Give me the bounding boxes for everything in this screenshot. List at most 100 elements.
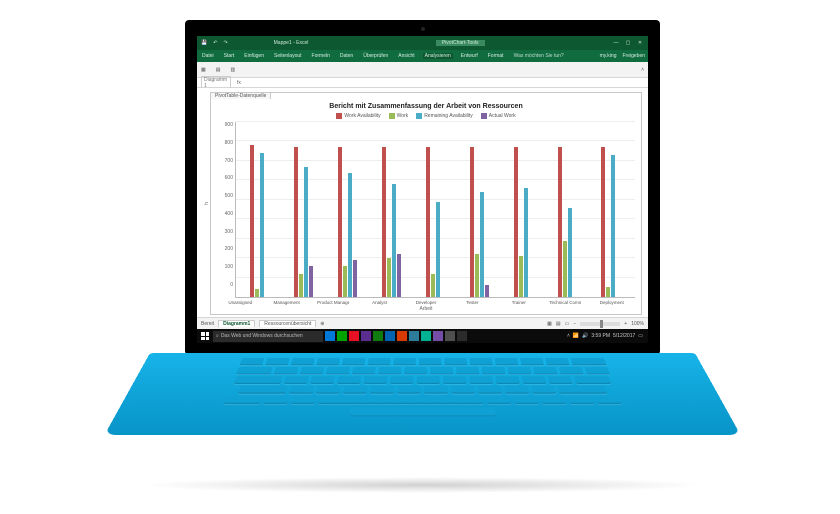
taskbar-app-icon[interactable] [385, 331, 395, 341]
minimize-button[interactable]: — [612, 40, 620, 46]
formula-bar: Diagramm 1 fx [197, 78, 648, 88]
tab-daten[interactable]: Daten [338, 53, 355, 59]
taskbar-app-icon[interactable] [325, 331, 335, 341]
action-center-icon[interactable]: ▭ [638, 333, 643, 339]
taskbar-app-icon[interactable] [373, 331, 383, 341]
ytick: 500 [225, 193, 233, 199]
window-titlebar: 💾 ↶ ↷ Mappe1 - Excel PivotChart-Tools — … [197, 36, 648, 50]
sheet-tab-bar: Bereit Diagramm1 Ressourcenübersicht ⊕ ▦… [197, 317, 648, 329]
fx-icon[interactable]: fx [237, 80, 241, 86]
device-camera [421, 27, 425, 31]
bar-group [250, 122, 269, 297]
ytick: 0 [230, 282, 233, 288]
ytick: 100 [225, 264, 233, 270]
zoom-out-button[interactable]: − [573, 321, 576, 327]
legend-item-3: Remaining Availability [416, 113, 473, 119]
taskbar-app-icon[interactable] [349, 331, 359, 341]
zoom-in-button[interactable]: + [624, 321, 627, 327]
account-name[interactable]: my.king [600, 53, 617, 59]
qat-undo-icon[interactable]: ↶ [213, 40, 217, 46]
x-axis-labels: UnassignedManagementProduct ManagerAnaly… [217, 300, 635, 305]
start-button[interactable] [199, 330, 211, 342]
tab-ansicht[interactable]: Ansicht [396, 53, 416, 59]
ribbon-body: ▦ ▤ ▥ ˄ [197, 62, 648, 78]
view-normal-icon[interactable]: ▦ [547, 321, 552, 327]
tab-einfuegen[interactable]: Einfügen [242, 53, 266, 59]
pivot-field-button[interactable]: PivotTable-Datenquelle [210, 92, 271, 99]
tab-ueberpruefen[interactable]: Überprüfen [361, 53, 390, 59]
bar [436, 202, 440, 297]
tab-entwurf[interactable]: Entwurf [459, 53, 480, 59]
close-button[interactable]: ✕ [636, 40, 644, 46]
x-tick-label: Product Manager [317, 300, 349, 305]
system-tray[interactable]: ˄ 📶 🔊 3:59 PM 5/12/2017 ▭ [567, 333, 646, 339]
chart-object[interactable]: PivotTable-Datenquelle Bericht mit Zusam… [210, 92, 642, 315]
bar [387, 258, 391, 297]
trackpad[interactable] [349, 408, 496, 417]
bar [524, 188, 528, 297]
legend-item-2: Work [389, 113, 409, 119]
sheet-tab-active[interactable]: Diagramm1 [218, 320, 255, 327]
ytick: 900 [225, 122, 233, 128]
taskbar-app-icon[interactable] [445, 331, 455, 341]
bar [348, 173, 352, 297]
view-pagelayout-icon[interactable]: ▤ [556, 321, 561, 327]
qat-save-icon[interactable]: 💾 [201, 40, 207, 46]
tablet-frame: 💾 ↶ ↷ Mappe1 - Excel PivotChart-Tools — … [185, 20, 660, 355]
tab-seitenlayout[interactable]: Seitenlayout [272, 53, 304, 59]
bar [611, 155, 615, 297]
bar-group [338, 122, 357, 297]
tab-format[interactable]: Format [486, 53, 506, 59]
legend-swatch-1 [336, 113, 342, 119]
tab-analysieren[interactable]: Analysieren [423, 53, 453, 59]
bar [304, 167, 308, 297]
legend-label-4: Actual Work [489, 113, 516, 119]
chart-legend: Work Availability Work Remaining Availab… [217, 113, 635, 119]
document-title: Mappe1 - Excel [274, 40, 309, 46]
zoom-slider[interactable] [580, 322, 620, 326]
bar [480, 192, 484, 297]
taskbar-pinned-apps [325, 331, 467, 341]
ribbon-group-1[interactable]: ▦ [201, 67, 206, 73]
bar-group [426, 122, 445, 297]
ribbon-collapse-icon[interactable]: ˄ [641, 67, 644, 73]
taskbar-app-icon[interactable] [337, 331, 347, 341]
tell-me[interactable]: Was möchten Sie tun? [512, 53, 566, 59]
view-pagebreak-icon[interactable]: ▭ [565, 321, 570, 327]
tray-network-icon[interactable]: 📶 [573, 333, 579, 339]
x-tick-label: Technical Communicator [549, 300, 581, 305]
bar [558, 147, 562, 297]
ytick: 600 [225, 175, 233, 181]
tray-chevron-up-icon[interactable]: ˄ [567, 333, 570, 339]
taskbar-app-icon[interactable] [361, 331, 371, 341]
maximize-button[interactable]: ▢ [624, 40, 632, 46]
desk-shadow [140, 477, 705, 493]
tray-date: 5/12/2017 [613, 333, 635, 339]
taskbar-app-icon[interactable] [457, 331, 467, 341]
bar [294, 147, 298, 297]
taskbar-app-icon[interactable] [421, 331, 431, 341]
tab-formeln[interactable]: Formeln [310, 53, 332, 59]
qat-redo-icon[interactable]: ↷ [223, 40, 227, 46]
taskbar-app-icon[interactable] [409, 331, 419, 341]
screen: 💾 ↶ ↷ Mappe1 - Excel PivotChart-Tools — … [197, 36, 648, 343]
search-icon: ⌕ [216, 333, 219, 339]
taskbar-app-icon[interactable] [397, 331, 407, 341]
zoom-level[interactable]: 100% [631, 321, 644, 327]
tray-volume-icon[interactable]: 🔊 [582, 333, 588, 339]
tab-datei[interactable]: Datei [200, 53, 216, 59]
ytick: 700 [225, 158, 233, 164]
bar-group [514, 122, 533, 297]
taskbar-app-icon[interactable] [433, 331, 443, 341]
ribbon-group-3[interactable]: ▥ [230, 67, 235, 73]
sheet-tab-2[interactable]: Ressourcenübersicht [259, 320, 316, 327]
ribbon-tabs: Datei Start Einfügen Seitenlayout Formel… [197, 50, 648, 62]
taskbar-search[interactable]: ⌕ Das Web und Windows durchsuchen [213, 331, 323, 342]
tab-start[interactable]: Start [222, 53, 237, 59]
share-button[interactable]: Freigeben [622, 53, 645, 59]
new-sheet-button[interactable]: ⊕ [320, 321, 324, 327]
ribbon-group-2[interactable]: ▤ [216, 67, 221, 73]
legend-label-3: Remaining Availability [424, 113, 473, 119]
worksheet: h PivotTable-Datenquelle Bericht mit Zus… [197, 88, 648, 317]
bar [601, 147, 605, 297]
